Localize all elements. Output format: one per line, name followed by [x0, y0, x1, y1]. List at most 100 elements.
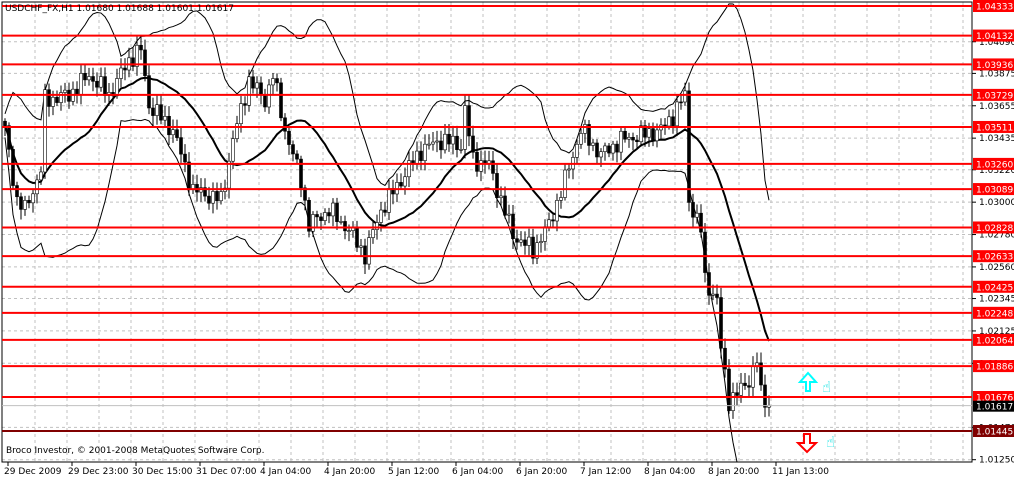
- x-tick-label: 29 Dec 23:00: [68, 467, 129, 477]
- y-tick-label: 1.03000: [979, 198, 1014, 208]
- candle-body: [711, 293, 715, 296]
- candle-body: [551, 219, 555, 222]
- candle-body: [515, 238, 519, 243]
- candle-body: [163, 115, 167, 121]
- candle-body: [495, 173, 499, 198]
- candle-body: [595, 142, 599, 158]
- chart-title: USDCHF_FX,H1 1.01680 1.01688 1.01601 1.0…: [5, 4, 234, 14]
- price-level-label: 1.03729: [976, 91, 1013, 101]
- candle-body: [255, 82, 259, 89]
- candle-body: [55, 96, 59, 103]
- price-level-label: 1.01445: [976, 427, 1013, 437]
- candle-body: [623, 130, 627, 140]
- candle-body: [499, 195, 503, 198]
- candle-body: [663, 124, 667, 127]
- candle-body: [31, 193, 35, 204]
- candle-body: [615, 143, 619, 153]
- candle-body: [183, 153, 187, 163]
- price-level-label: 1.03511: [976, 123, 1013, 133]
- candle-body: [215, 191, 219, 202]
- candle-body: [639, 125, 643, 143]
- candle-body: [507, 213, 511, 216]
- candle-body: [311, 214, 315, 232]
- candle-body: [431, 141, 435, 145]
- candle-body: [95, 81, 99, 88]
- candle-body: [631, 137, 635, 141]
- candle-body: [355, 227, 359, 248]
- candle-body: [11, 149, 15, 186]
- x-tick-label: 8 Jan 04:00: [644, 467, 696, 477]
- candle-body: [655, 129, 659, 142]
- candle-body: [83, 73, 87, 81]
- candle-body: [699, 212, 703, 233]
- candle-body: [511, 213, 515, 239]
- candle-body: [583, 124, 587, 134]
- candle-body: [555, 200, 559, 222]
- candle-body: [399, 182, 403, 187]
- thumbs-up-icon: ☝: [826, 433, 835, 451]
- candle-body: [651, 128, 655, 142]
- candle-body: [743, 382, 747, 386]
- candle-body: [379, 209, 383, 223]
- candle-body: [455, 135, 459, 150]
- candle-body: [475, 151, 479, 172]
- price-level-label: 1.02248: [976, 309, 1013, 319]
- price-level-label: 1.04132: [976, 32, 1013, 42]
- candle-body: [387, 188, 391, 213]
- x-tick-label: 31 Dec 07:00: [196, 467, 257, 477]
- price-level-label: 1.01886: [976, 363, 1013, 373]
- candle-body: [63, 89, 67, 93]
- candle-body: [727, 368, 731, 411]
- candle-body: [687, 90, 691, 203]
- candle-body: [147, 75, 151, 109]
- candle-body: [703, 231, 707, 273]
- y-tick-label: 1.03655: [979, 102, 1014, 112]
- candle-body: [627, 137, 631, 140]
- candle-body: [439, 140, 443, 151]
- candle-body: [187, 161, 191, 190]
- candle-body: [367, 237, 371, 265]
- candle-body: [679, 101, 683, 104]
- price-level-label: 1.03260: [976, 160, 1013, 170]
- candle-body: [519, 239, 523, 243]
- candle-body: [527, 236, 531, 246]
- candle-body: [591, 142, 595, 146]
- x-tick-label: 4 Jan 04:00: [260, 467, 312, 477]
- candle-body: [155, 104, 159, 116]
- candle-body: [607, 145, 611, 154]
- candle-body: [319, 216, 323, 221]
- candle-body: [467, 105, 471, 137]
- candle-body: [739, 382, 743, 396]
- candle-body: [283, 117, 287, 132]
- candle-body: [735, 392, 739, 396]
- current-price-label: 1.01617: [976, 403, 1013, 413]
- candle-body: [339, 221, 343, 223]
- candle-body: [363, 245, 367, 265]
- y-tick-label: 1.03435: [979, 134, 1014, 144]
- price-chart[interactable]: 1.040901.038751.036551.034351.032201.030…: [0, 0, 1014, 479]
- candle-body: [479, 160, 483, 172]
- candle-body: [419, 150, 423, 161]
- candle-body: [231, 138, 235, 162]
- x-tick-label: 4 Jan 20:00: [324, 467, 376, 477]
- candle-body: [403, 176, 407, 187]
- y-tick-label: 1.01250: [979, 456, 1014, 466]
- candle-body: [435, 140, 439, 143]
- candle-body: [279, 82, 283, 119]
- price-level-label: 1.04333: [976, 3, 1013, 13]
- candle-body: [531, 236, 535, 259]
- candle-body: [207, 195, 211, 204]
- y-tick-label: 1.02345: [979, 295, 1014, 305]
- candle-body: [563, 169, 567, 198]
- candle-body: [683, 90, 687, 103]
- candle-body: [211, 191, 215, 204]
- candle-body: [27, 200, 31, 204]
- candle-body: [575, 143, 579, 158]
- candle-body: [119, 67, 123, 79]
- candle-body: [371, 229, 375, 238]
- candle-body: [175, 129, 179, 138]
- price-level-label: 1.02425: [976, 283, 1013, 293]
- down-arrow-icon: [795, 433, 819, 454]
- x-tick-label: 6 Jan 04:00: [452, 467, 504, 477]
- candle-body: [159, 104, 163, 121]
